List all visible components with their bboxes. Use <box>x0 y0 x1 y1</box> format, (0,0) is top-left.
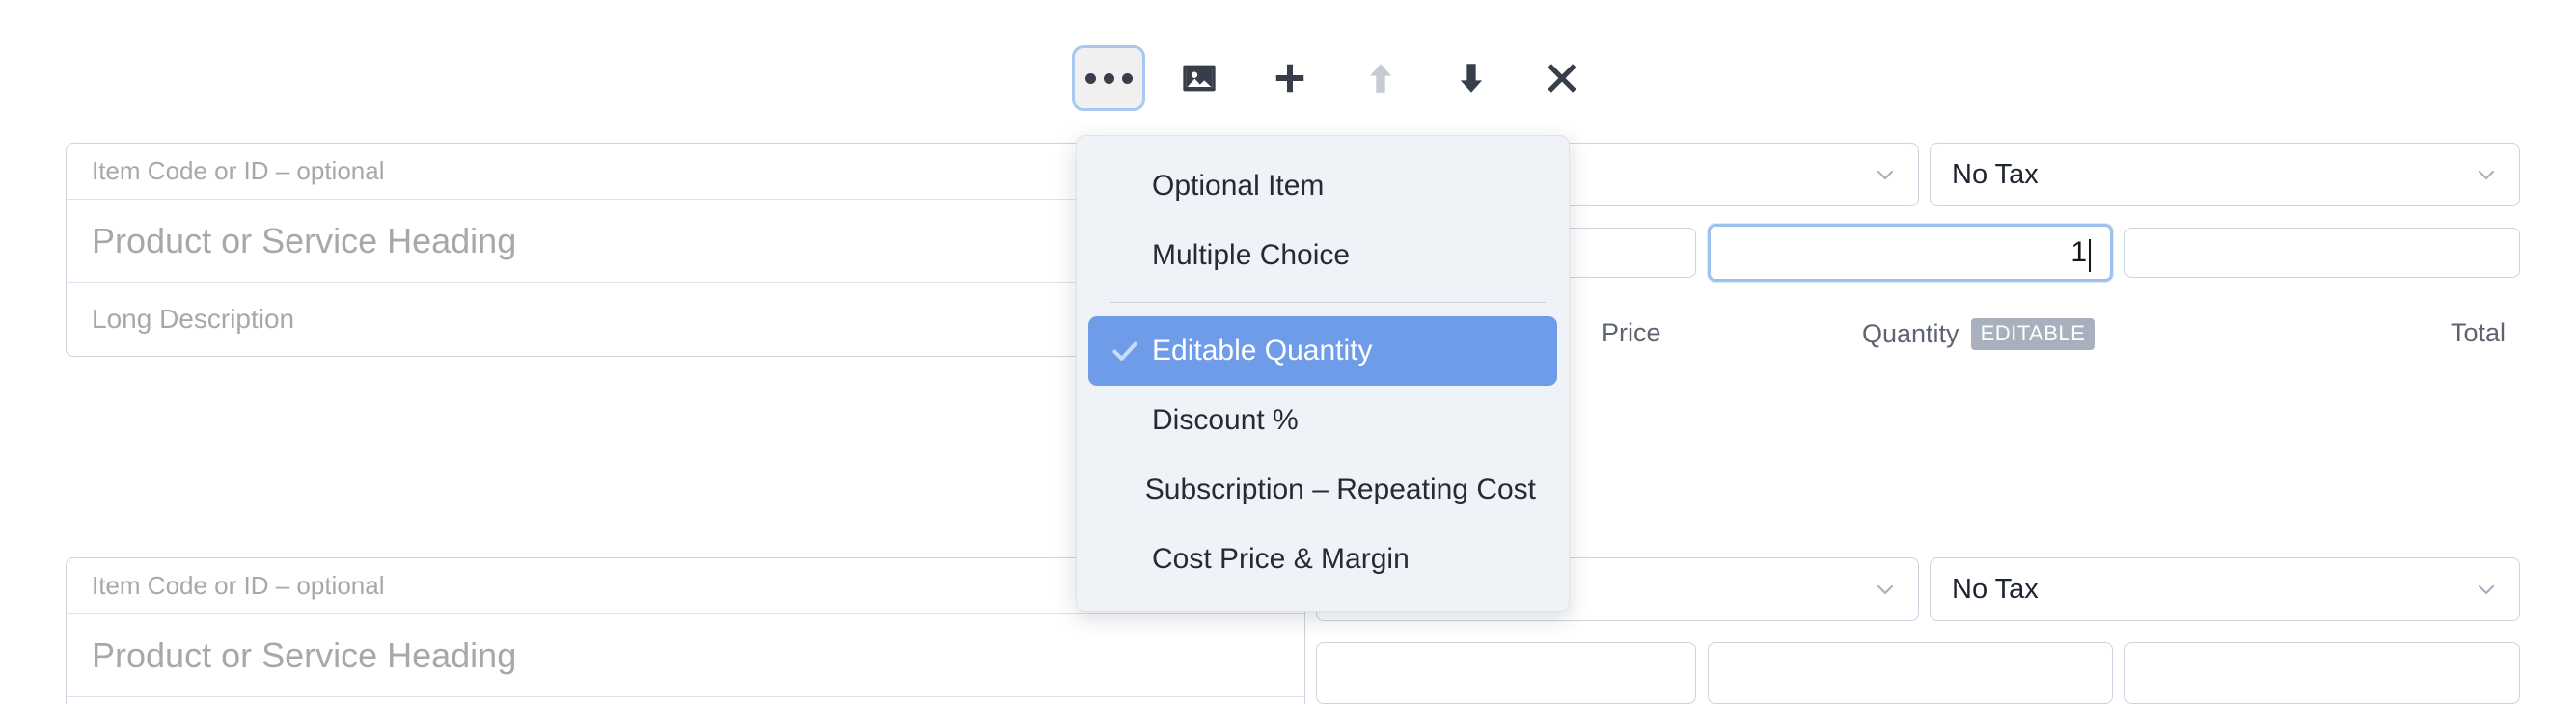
move-up-button[interactable] <box>1344 42 1417 114</box>
menu-item-multiple-choice[interactable]: Multiple Choice <box>1088 221 1557 290</box>
arrow-down-icon <box>1454 60 1489 96</box>
quantity-value-1: 1 <box>2070 236 2087 268</box>
menu-item-label: Editable Quantity <box>1152 335 1373 366</box>
price-label-text-1: Price <box>1602 318 1661 347</box>
total-label-1: Total <box>2451 318 2506 348</box>
menu-item-label: Multiple Choice <box>1152 239 1351 271</box>
menu-item-label: Optional Item <box>1152 170 1325 202</box>
chevron-down-icon <box>2475 578 2498 601</box>
quantity-input-2[interactable] <box>1708 642 2113 704</box>
product-heading-input-2[interactable]: Product or Service Heading <box>67 614 1304 697</box>
menu-item-label: Cost Price & Margin <box>1152 543 1410 575</box>
tax-select-1[interactable]: No Tax <box>1930 143 2520 206</box>
total-input-1[interactable] <box>2124 228 2520 278</box>
total-label-text-1: Total <box>2451 318 2507 347</box>
tax-select-value-2: No Tax <box>1952 573 2039 605</box>
menu-item-label: Discount % <box>1152 404 1299 436</box>
menu-item-label: Subscription – Repeating Cost <box>1144 474 1536 505</box>
item-code-placeholder-1: Item Code or ID – optional <box>92 156 385 185</box>
add-line-item-button[interactable] <box>1253 42 1327 114</box>
check-icon <box>1110 336 1142 366</box>
price-label-1: Price <box>1602 318 1661 348</box>
chevron-down-icon <box>1874 163 1897 186</box>
menu-item-subscription-repeating-cost[interactable]: Subscription – Repeating Cost <box>1088 455 1557 525</box>
tax-select-2[interactable]: No Tax <box>1930 557 2520 621</box>
invoice-line-items-editor: Item Code or ID – optional Product or Se… <box>0 0 2576 704</box>
insert-image-button[interactable] <box>1163 42 1236 114</box>
chevron-down-icon <box>2475 163 2498 186</box>
quantity-input-1[interactable]: 1 <box>1708 224 2113 282</box>
long-description-placeholder-1: Long Description <box>92 304 295 334</box>
chevron-down-icon <box>1874 578 1897 601</box>
text-caret <box>2089 239 2091 272</box>
menu-item-cost-price-margin[interactable]: Cost Price & Margin <box>1088 525 1557 594</box>
product-heading-placeholder-1: Product or Service Heading <box>92 220 517 260</box>
editable-badge-1: EDITABLE <box>1970 318 2096 350</box>
line-item-options-menu: Optional Item Multiple Choice Editable Q… <box>1076 135 1570 612</box>
delete-line-item-button[interactable] <box>1525 42 1599 114</box>
price-input-2[interactable] <box>1316 642 1696 704</box>
line-item-toolbar <box>1072 42 1599 114</box>
menu-separator <box>1110 302 1546 303</box>
plus-icon <box>1272 60 1308 96</box>
more-options-button[interactable] <box>1072 45 1145 111</box>
total-input-2[interactable] <box>2124 642 2520 704</box>
ellipsis-icon <box>1084 72 1133 84</box>
item-code-placeholder-2: Item Code or ID – optional <box>92 571 385 600</box>
product-heading-placeholder-2: Product or Service Heading <box>92 635 517 675</box>
quantity-label-1: Quantity EDITABLE <box>1862 318 2096 350</box>
quantity-label-text-1: Quantity <box>1862 319 1959 348</box>
image-icon <box>1180 59 1219 97</box>
menu-item-discount-percent[interactable]: Discount % <box>1088 386 1557 455</box>
arrow-up-icon <box>1363 60 1398 96</box>
move-down-button[interactable] <box>1435 42 1508 114</box>
menu-item-optional-item[interactable]: Optional Item <box>1088 151 1557 221</box>
close-icon <box>1545 61 1579 95</box>
menu-item-editable-quantity[interactable]: Editable Quantity <box>1088 316 1557 386</box>
long-description-input-2[interactable]: Long Description <box>67 697 1304 704</box>
tax-select-value-1: No Tax <box>1952 158 2039 190</box>
